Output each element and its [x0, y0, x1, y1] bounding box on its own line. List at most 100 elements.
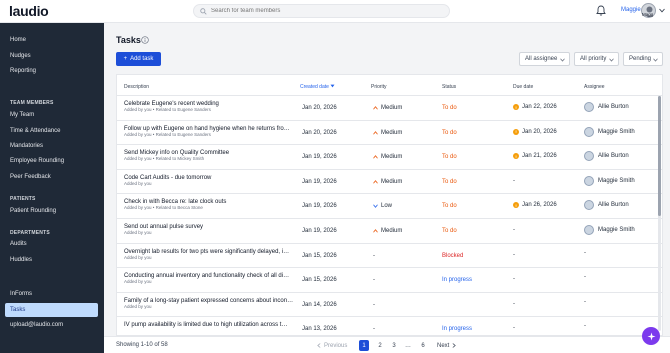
column-header-created-date[interactable]: Created date: [300, 84, 335, 90]
task-assignee[interactable]: -: [584, 299, 586, 305]
sidebar-item-informs[interactable]: InForms: [10, 291, 32, 297]
search-bar[interactable]: [193, 4, 450, 18]
sidebar-item-reporting[interactable]: Reporting: [10, 68, 36, 74]
task-due-date-label: -: [513, 300, 515, 307]
task-status[interactable]: To do: [442, 228, 457, 234]
task-created-date: Jan 19, 2026: [302, 228, 337, 234]
table-row[interactable]: Code Cart Audits - due tomorrow Added by …: [117, 168, 662, 194]
add-task-label: Add task: [130, 56, 154, 62]
sidebar-item-employee-rounding[interactable]: Employee Rounding: [10, 158, 64, 164]
chevron-down-icon: [560, 58, 565, 62]
filter-status[interactable]: Pending: [623, 52, 663, 66]
sidebar-item-home[interactable]: Home: [10, 37, 26, 43]
assignee-avatar: [584, 200, 594, 211]
filter-priority[interactable]: All priority: [574, 52, 619, 66]
task-assignee[interactable]: Maggie Smith: [584, 225, 635, 235]
table-row[interactable]: Follow up with Eugene on hand hygiene wh…: [117, 119, 662, 145]
column-header-due-date[interactable]: Due date: [513, 84, 533, 90]
task-assignee[interactable]: Maggie Smith: [584, 175, 635, 186]
task-assignee[interactable]: -: [584, 250, 586, 256]
filter-assignee[interactable]: All assignee: [519, 52, 570, 66]
sidebar-item-upload-email[interactable]: upload@laudio.com: [10, 322, 63, 328]
task-subtitle: Added by you • Related to Mickey Smith: [124, 156, 205, 162]
table-row[interactable]: Check in with Becca re: late clock outs A…: [117, 193, 662, 218]
info-icon[interactable]: [141, 36, 149, 44]
sidebar-item-tasks[interactable]: Tasks: [5, 303, 98, 317]
table-row[interactable]: IV pump availability is limited due to h…: [117, 316, 662, 335]
page-2-button[interactable]: 2: [376, 340, 384, 351]
task-assignee[interactable]: Allie Burton: [584, 200, 629, 211]
column-header-description[interactable]: Description: [124, 84, 149, 90]
table-row[interactable]: Celebrate Eugene's recent wedding Added b…: [117, 95, 662, 120]
bell-icon[interactable]: [596, 5, 606, 16]
task-description[interactable]: Code Cart Audits - due tomorrow Added by …: [124, 175, 211, 186]
task-description[interactable]: Check in with Becca re: late clock outs A…: [124, 199, 226, 210]
table-row[interactable]: Send out annual pulse survey Added by you…: [117, 218, 662, 243]
task-description[interactable]: Celebrate Eugene's recent wedding Added b…: [124, 101, 219, 112]
task-due-date: ! Jan 21, 2026: [513, 153, 557, 160]
page-6-button[interactable]: 6: [419, 340, 427, 351]
chevron-up-icon: [373, 106, 378, 110]
task-status[interactable]: To do: [442, 154, 457, 160]
task-description[interactable]: Send Mickey info on Quality Committee Add…: [124, 150, 229, 161]
task-description[interactable]: Follow up with Eugene on hand hygiene wh…: [124, 126, 290, 137]
sidebar-item-nudges[interactable]: Nudges: [10, 53, 31, 59]
task-description[interactable]: Conducting annual inventory and function…: [124, 273, 289, 284]
sidebar-item-my-team[interactable]: My Team: [10, 112, 34, 118]
search-input[interactable]: [211, 8, 431, 14]
task-due-date-label: -: [513, 276, 515, 283]
task-status[interactable]: In progress: [442, 277, 472, 283]
task-priority: Medium: [373, 105, 402, 111]
task-assignee[interactable]: Allie Burton: [584, 151, 629, 162]
page-ellipsis: …: [405, 342, 411, 349]
task-created-date: Jan 13, 2026: [302, 326, 337, 333]
task-due-date-label: -: [513, 325, 515, 332]
chevron-down-icon[interactable]: [659, 8, 665, 13]
task-assignee[interactable]: -: [584, 274, 586, 280]
page-1-button[interactable]: 1: [359, 340, 369, 351]
task-description[interactable]: Overnight lab results for two pts were s…: [124, 249, 289, 260]
top-bar: laudio Maggie Magg: [0, 0, 670, 23]
column-header-status[interactable]: Status: [442, 84, 456, 90]
task-description[interactable]: IV pump availability is limited due to h…: [124, 322, 287, 328]
app-logo[interactable]: laudio: [9, 3, 49, 19]
sidebar-item-mandatories[interactable]: Mandatories: [10, 143, 43, 149]
next-page-button[interactable]: Next: [437, 340, 457, 351]
page-3-button[interactable]: 3: [390, 340, 398, 351]
column-header-assignee[interactable]: Assignee: [584, 84, 605, 90]
sidebar: Home Nudges Reporting TEAM MEMBERS My Te…: [0, 23, 104, 353]
table-row[interactable]: Overnight lab results for two pts were s…: [117, 242, 662, 268]
task-status[interactable]: Blocked: [442, 253, 463, 259]
add-task-button[interactable]: + Add task: [116, 52, 161, 66]
sort-desc-icon: [330, 84, 335, 88]
task-description[interactable]: Send out annual pulse survey Added by you: [124, 224, 203, 235]
table-scrollbar-thumb[interactable]: [658, 96, 661, 216]
previous-page-button[interactable]: Previous: [317, 340, 347, 351]
task-assignee-name: Allie Burton: [598, 153, 629, 160]
task-assignee[interactable]: Allie Burton: [584, 102, 629, 112]
task-due-date: -: [513, 227, 515, 233]
sidebar-item-time-attendance[interactable]: Time & Attendance: [10, 128, 60, 134]
user-name[interactable]: Maggie: [621, 7, 641, 13]
task-status[interactable]: To do: [442, 179, 457, 185]
task-status[interactable]: To do: [442, 130, 457, 136]
task-assignee[interactable]: -: [584, 323, 586, 329]
task-priority-label: -: [373, 326, 375, 333]
task-status[interactable]: To do: [442, 105, 457, 111]
ai-assistant-button[interactable]: [642, 327, 660, 345]
task-description[interactable]: Family of a long-stay patient expressed …: [124, 298, 293, 309]
sidebar-item-peer-feedback[interactable]: Peer Feedback: [10, 174, 51, 180]
sidebar-item-patient-rounding[interactable]: Patient Rounding: [10, 208, 56, 214]
task-status[interactable]: To do: [442, 203, 457, 209]
task-assignee[interactable]: Maggie Smith: [584, 126, 635, 137]
chevron-up-icon: [373, 229, 378, 233]
column-header-priority[interactable]: Priority: [371, 84, 387, 90]
sidebar-item-audits[interactable]: Audits: [10, 241, 27, 247]
table-row[interactable]: Family of a long-stay patient expressed …: [117, 291, 662, 317]
table-row[interactable]: Conducting annual inventory and function…: [117, 267, 662, 292]
task-created-date: Jan 19, 2026: [302, 178, 337, 185]
sidebar-item-huddles[interactable]: Huddles: [10, 257, 32, 263]
task-status[interactable]: In progress: [442, 326, 472, 332]
task-subtitle: Added by you: [124, 303, 152, 309]
table-row[interactable]: Send Mickey info on Quality Committee Add…: [117, 144, 662, 169]
